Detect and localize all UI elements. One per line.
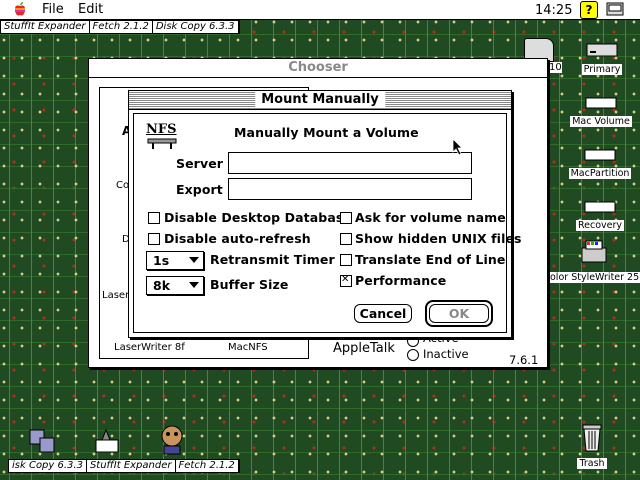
show-hidden-unix-label: Show hidden UNIX files bbox=[355, 231, 522, 246]
tab-bottom-fetch[interactable]: Fetch 2.1.2 bbox=[176, 460, 239, 472]
disk-macpartition[interactable]: MacPartition bbox=[564, 148, 636, 179]
tab-diskcopy[interactable]: Disk Copy 6.3.3 bbox=[153, 21, 239, 33]
ask-volume-name-label: Ask for volume name bbox=[355, 210, 506, 225]
bottom-app-tabs: isk Copy 6.3.3 StuffIt Expander Fetch 2.… bbox=[8, 459, 240, 473]
hard-disk-icon bbox=[584, 149, 616, 161]
help-menu-icon[interactable]: ? bbox=[580, 1, 598, 19]
dialog-content: NFS Manually Mount a Volume Server Expor… bbox=[133, 113, 521, 333]
performance-checkbox[interactable] bbox=[340, 274, 352, 287]
tab-bottom-diskcopy[interactable]: isk Copy 6.3.3 bbox=[9, 460, 87, 472]
translate-eol-checkbox[interactable] bbox=[340, 254, 352, 266]
retransmit-value: 1s bbox=[153, 253, 170, 268]
disable-desktop-db-checkbox[interactable] bbox=[148, 212, 160, 224]
tab-fetch[interactable]: Fetch 2.1.2 bbox=[90, 21, 153, 33]
disable-auto-refresh-label: Disable auto-refresh bbox=[164, 231, 311, 246]
dialog-title: Mount Manually bbox=[255, 92, 385, 107]
buffer-size-value: 8k bbox=[153, 278, 171, 293]
disk-primary-label: Primary bbox=[581, 64, 623, 75]
dialog-heading: Manually Mount a Volume bbox=[234, 125, 419, 140]
disable-auto-refresh-checkbox[interactable] bbox=[148, 233, 160, 245]
nfs-logo-text: NFS bbox=[146, 122, 177, 137]
trash-icon bbox=[582, 424, 602, 452]
diskcopy-app-icon[interactable] bbox=[28, 426, 56, 456]
server-label: Server bbox=[176, 156, 224, 171]
menu-file[interactable]: File bbox=[42, 2, 64, 17]
menu-bar: File Edit 14:25 ? bbox=[0, 0, 640, 20]
disk-primary[interactable]: Primary bbox=[572, 40, 632, 75]
chooser-title: Chooser bbox=[282, 60, 354, 75]
chevron-down-icon bbox=[189, 282, 199, 288]
retransmit-label: Retransmit Timer bbox=[210, 252, 335, 267]
dialog-titlebar[interactable]: Mount Manually bbox=[129, 91, 511, 110]
disk-mac-volume[interactable]: Mac Volume bbox=[566, 96, 636, 127]
appletalk-inactive-label: Inactive bbox=[423, 347, 469, 361]
mouse-cursor-icon bbox=[452, 138, 463, 156]
printer-icon bbox=[581, 240, 607, 263]
appletalk-inactive-radio[interactable] bbox=[407, 349, 419, 361]
printer-stylewriter-label: olor StyleWriter 25 bbox=[548, 272, 640, 283]
chooser-version: 7.6.1 bbox=[509, 353, 539, 367]
disk-mac-volume-label: Mac Volume bbox=[570, 116, 632, 127]
translate-eol-label: Translate End of Line bbox=[355, 252, 506, 267]
apple-menu-icon[interactable] bbox=[12, 1, 28, 17]
stuffit-app-icon[interactable] bbox=[92, 426, 122, 456]
performance-label: Performance bbox=[355, 273, 447, 288]
chooser-item-macnfs[interactable]: MacNFS bbox=[228, 342, 268, 353]
top-app-tabs: StuffIt Expander Fetch 2.1.2 Disk Copy 6… bbox=[0, 20, 240, 34]
hard-disk-icon bbox=[586, 43, 618, 57]
menu-edit[interactable]: Edit bbox=[78, 2, 103, 17]
disk-recovery-label: Recovery bbox=[575, 220, 625, 231]
trash[interactable]: Trash bbox=[574, 422, 610, 469]
chooser-titlebar[interactable]: Chooser bbox=[89, 59, 547, 78]
disable-desktop-db-label: Disable Desktop Database bbox=[164, 210, 352, 225]
server-input[interactable] bbox=[228, 152, 472, 174]
partial-disk-label: 10 bbox=[549, 62, 562, 73]
nfs-logo-icon: NFS bbox=[146, 122, 182, 149]
mount-manually-dialog[interactable]: Mount Manually NFS Manually Mount a Volu… bbox=[128, 90, 521, 338]
ok-button[interactable]: OK bbox=[429, 304, 489, 323]
export-label: Export bbox=[176, 182, 223, 197]
chooser-item-laserwriter[interactable]: LaserWriter 8f bbox=[114, 342, 185, 353]
chooser-label-laser: Laser bbox=[102, 290, 130, 301]
chevron-down-icon bbox=[189, 257, 199, 263]
buffer-size-popup[interactable]: 8k bbox=[146, 276, 204, 295]
ask-volume-name-checkbox[interactable] bbox=[340, 212, 352, 224]
fetch-dog-icon[interactable] bbox=[156, 422, 188, 456]
disk-recovery[interactable]: Recovery bbox=[570, 200, 630, 231]
retransmit-popup[interactable]: 1s bbox=[146, 251, 204, 270]
show-hidden-unix-checkbox[interactable] bbox=[340, 233, 352, 245]
printer-stylewriter[interactable]: olor StyleWriter 25 bbox=[548, 238, 640, 283]
disk-macpartition-label: MacPartition bbox=[568, 168, 632, 179]
export-input[interactable] bbox=[228, 178, 472, 200]
tab-bottom-stuffit[interactable]: StuffIt Expander bbox=[87, 460, 176, 472]
application-menu-icon[interactable] bbox=[606, 1, 624, 17]
buffer-size-label: Buffer Size bbox=[210, 277, 289, 292]
appletalk-label: AppleTalk bbox=[333, 341, 395, 356]
hard-disk-icon bbox=[585, 97, 617, 109]
cancel-button[interactable]: Cancel bbox=[354, 304, 412, 323]
hard-disk-icon bbox=[584, 201, 616, 213]
tab-stuffit[interactable]: StuffIt Expander bbox=[1, 21, 90, 33]
trash-label: Trash bbox=[577, 458, 607, 469]
chooser-scrollbar[interactable] bbox=[509, 99, 530, 279]
menu-clock[interactable]: 14:25 bbox=[535, 3, 572, 18]
